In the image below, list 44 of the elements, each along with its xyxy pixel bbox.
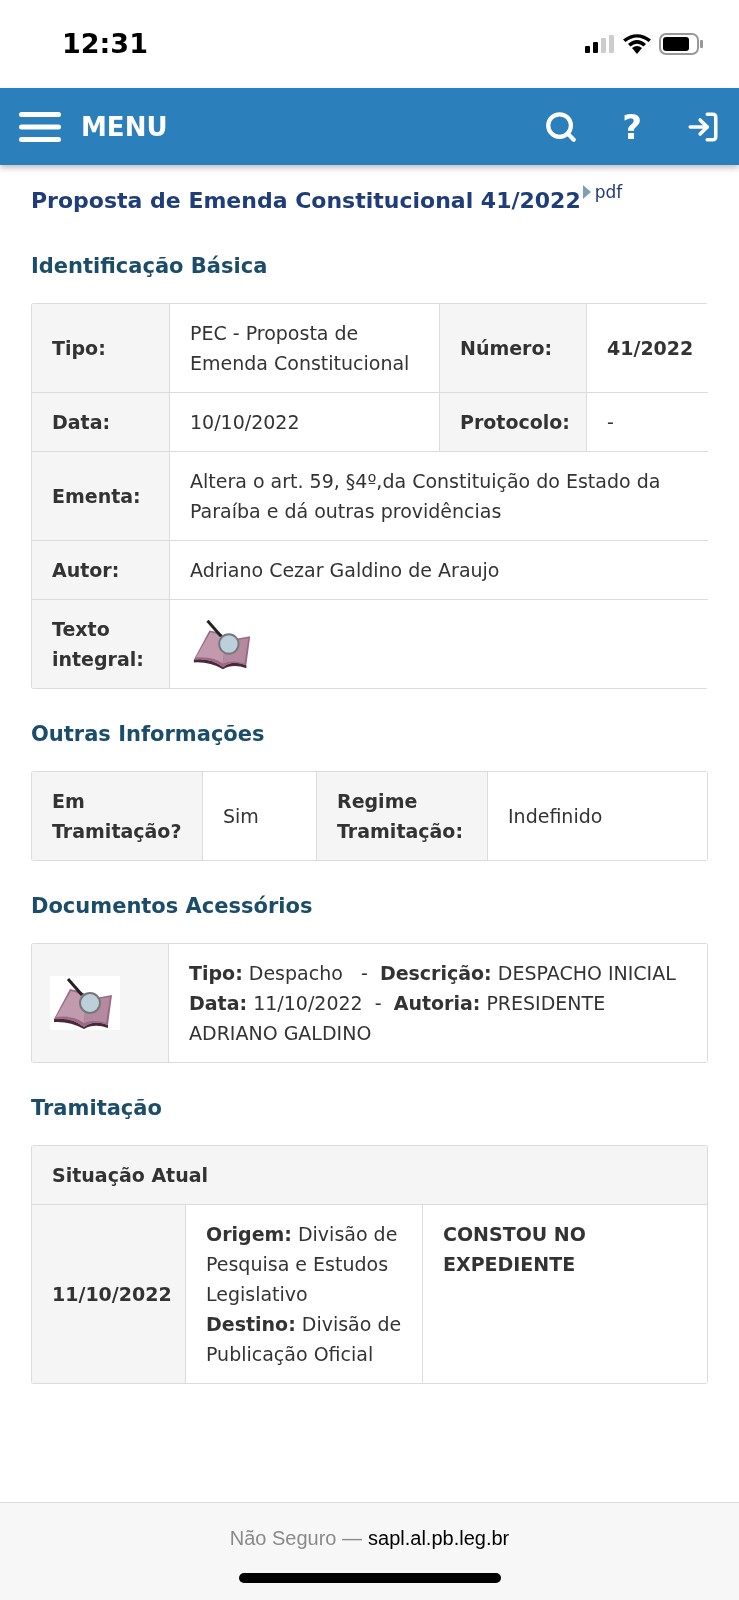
menu-button[interactable]: MENU [19,111,168,142]
login-icon[interactable] [686,109,720,144]
document-detail: Data: 11/10/2022 - Autoria: PRESIDENTE ADRIANO GALDINO [189,991,607,1046]
field-value: Altera o art. 59, §4º,da Constituição do Estado da Paraíba e dá outras providências [190,469,662,524]
field-value: 10/10/2022 [190,410,300,435]
battery-icon [659,33,703,55]
document-detail: Tipo: Despacho - Descrição: DESPACHO INICIAL [189,961,677,986]
field-label: Número: [460,336,553,361]
domain-text: sapl.al.pb.leg.br [368,1526,510,1551]
menu-icon [19,111,61,142]
field-label: Data: [52,410,111,435]
field-label: Autor: [52,558,120,583]
field-label: Em Tramitação? [52,789,182,844]
section-heading: Outras Informações [31,721,265,748]
help-button[interactable]: ? [622,109,642,144]
status-text: CONSTOU NO EXPEDIENTE [443,1223,586,1275]
field-value: Sim [223,804,259,829]
field-value: Indefinido [508,804,603,829]
wifi-icon [623,34,651,54]
field-value: 41/2022 [607,336,694,361]
field-label: Regime Tramitação: [337,789,464,844]
field-value: Adriano Cezar Galdino de Araujo [190,558,500,583]
status-time: 12:31 [62,29,148,59]
field-label: Protocolo: [460,410,570,435]
route-detail: Origem: Divisão de Pesquisa e Estudos Legislativo [206,1222,399,1307]
address-bar[interactable]: Não Seguro — sapl.al.pb.leg.br [229,1523,510,1553]
section-heading: Documentos Acessórios [31,893,313,920]
section-heading: Identificação Básica [31,253,268,280]
page-title: Proposta de Emenda Constitucional 41/2022 [31,187,581,215]
pdf-link[interactable]: pdf [582,181,623,203]
security-label: Não Seguro — [229,1526,363,1551]
field-label: Ementa: [52,484,141,509]
triangle-icon [582,185,591,199]
date-cell-text: 11/10/2022 [52,1282,172,1307]
book-magnifier-icon[interactable] [50,976,120,1030]
route-detail: Destino: Divisão de Publicação Oficial [206,1312,402,1367]
table-header: Situação Atual [52,1164,209,1186]
field-label: Tipo: [52,336,106,361]
signal-icon [585,35,615,53]
section-heading: Tramitação [31,1095,162,1122]
field-value: - [607,410,614,435]
field-value: PEC - Proposta de Emenda Constitucional [190,321,411,376]
search-icon[interactable] [544,109,579,144]
field-label: Texto integral: [52,617,145,672]
